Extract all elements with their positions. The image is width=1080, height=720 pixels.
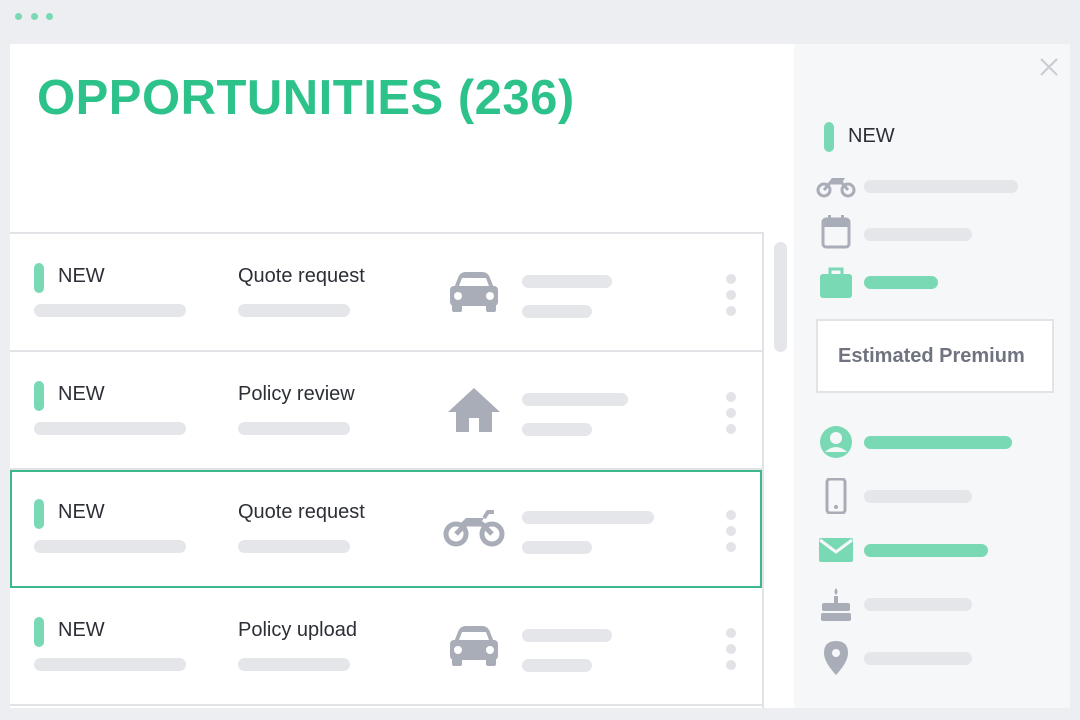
placeholder-line [34,304,186,317]
more-options-icon[interactable] [726,392,736,436]
page-title: OPPORTUNITIES (236) [37,71,575,125]
placeholder-line [864,598,972,611]
scrollbar[interactable] [762,232,794,708]
calendar-icon [821,215,851,249]
status-indicator [34,499,44,529]
status-indicator [824,122,834,152]
motorcycle-icon [443,510,505,547]
detail-panel: NEW Estimated Premium [794,44,1070,708]
placeholder-line [522,629,612,642]
estimated-premium-box[interactable]: Estimated Premium [816,319,1054,393]
detail-status-label: NEW [848,125,895,147]
status-indicator [34,617,44,647]
house-icon [448,388,500,432]
status-label: NEW [58,501,105,523]
list-item-selected[interactable]: NEW Quote request [10,470,762,588]
app-window: OPPORTUNITIES (236) NEW Quote request NE… [10,44,1070,708]
placeholder-line [522,393,628,406]
placeholder-line [34,658,186,671]
placeholder-line [522,275,612,288]
briefcase-icon [820,267,852,298]
estimated-premium-label: Estimated Premium [838,345,1025,367]
close-icon[interactable] [1038,56,1060,78]
placeholder-line [522,305,592,318]
placeholder-line [522,511,654,524]
more-options-icon[interactable] [726,274,736,318]
more-options-icon[interactable] [726,510,736,554]
phone-icon [825,478,847,514]
request-type-label: Policy upload [238,619,357,641]
user-icon [820,426,852,458]
placeholder-line [34,540,186,553]
car-icon [450,272,498,312]
window-dot [31,13,38,20]
placeholder-line [864,180,1018,193]
motorcycle-icon [816,178,856,198]
window-dot [15,13,22,20]
placeholder-line [864,652,972,665]
scrollbar-thumb[interactable] [774,242,787,352]
placeholder-line [522,541,592,554]
placeholder-line [864,436,1012,449]
placeholder-line [238,304,350,317]
placeholder-line [864,276,938,289]
request-type-label: Policy review [238,383,355,405]
list-item[interactable]: NEW Quote request [10,234,762,352]
mail-icon [819,538,853,562]
placeholder-line [238,658,350,671]
status-indicator [34,263,44,293]
opportunities-panel: OPPORTUNITIES (236) NEW Quote request NE… [10,44,794,708]
placeholder-line [864,544,988,557]
more-options-icon[interactable] [726,628,736,672]
list-item[interactable]: NEW Policy upload [10,588,762,706]
request-type-label: Quote request [238,265,365,287]
car-icon [450,626,498,666]
window-titlebar [0,0,1080,44]
placeholder-line [864,228,972,241]
location-pin-icon [824,641,848,675]
status-indicator [34,381,44,411]
placeholder-line [34,422,186,435]
placeholder-line [238,422,350,435]
birthday-cake-icon [821,588,851,621]
status-label: NEW [58,265,105,287]
status-label: NEW [58,383,105,405]
list-item[interactable]: NEW Policy review [10,352,762,470]
status-label: NEW [58,619,105,641]
placeholder-line [522,423,592,436]
window-dot [46,13,53,20]
request-type-label: Quote request [238,501,365,523]
placeholder-line [522,659,592,672]
placeholder-line [864,490,972,503]
placeholder-line [238,540,350,553]
opportunities-list: NEW Quote request NEW Policy review NEW … [10,232,762,708]
